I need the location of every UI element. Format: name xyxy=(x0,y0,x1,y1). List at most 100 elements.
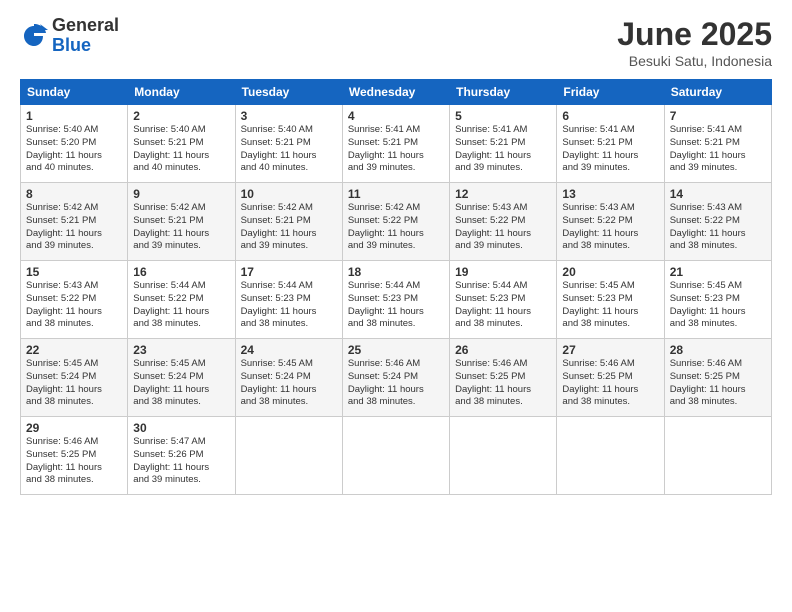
main-title: June 2025 xyxy=(617,16,772,53)
day-info: Sunrise: 5:41 AMSunset: 5:21 PMDaylight:… xyxy=(562,124,658,175)
table-row: 20Sunrise: 5:45 AMSunset: 5:23 PMDayligh… xyxy=(557,261,664,339)
table-row xyxy=(557,417,664,495)
week-row-5: 29Sunrise: 5:46 AMSunset: 5:25 PMDayligh… xyxy=(21,417,772,495)
table-row: 22Sunrise: 5:45 AMSunset: 5:24 PMDayligh… xyxy=(21,339,128,417)
day-info: Sunrise: 5:43 AMSunset: 5:22 PMDaylight:… xyxy=(670,202,766,253)
day-number: 3 xyxy=(241,109,337,123)
day-info: Sunrise: 5:42 AMSunset: 5:22 PMDaylight:… xyxy=(348,202,444,253)
table-row: 4Sunrise: 5:41 AMSunset: 5:21 PMDaylight… xyxy=(342,105,449,183)
day-number: 1 xyxy=(26,109,122,123)
col-wednesday: Wednesday xyxy=(342,80,449,105)
logo: General Blue xyxy=(20,16,119,56)
day-info: Sunrise: 5:43 AMSunset: 5:22 PMDaylight:… xyxy=(455,202,551,253)
table-row: 25Sunrise: 5:46 AMSunset: 5:24 PMDayligh… xyxy=(342,339,449,417)
day-info: Sunrise: 5:44 AMSunset: 5:23 PMDaylight:… xyxy=(241,280,337,331)
day-info: Sunrise: 5:40 AMSunset: 5:21 PMDaylight:… xyxy=(133,124,229,175)
logo-icon xyxy=(20,22,48,50)
day-number: 21 xyxy=(670,265,766,279)
day-info: Sunrise: 5:44 AMSunset: 5:23 PMDaylight:… xyxy=(348,280,444,331)
day-info: Sunrise: 5:46 AMSunset: 5:25 PMDaylight:… xyxy=(562,358,658,409)
table-row xyxy=(664,417,771,495)
day-number: 20 xyxy=(562,265,658,279)
day-info: Sunrise: 5:41 AMSunset: 5:21 PMDaylight:… xyxy=(348,124,444,175)
day-info: Sunrise: 5:43 AMSunset: 5:22 PMDaylight:… xyxy=(562,202,658,253)
day-info: Sunrise: 5:47 AMSunset: 5:26 PMDaylight:… xyxy=(133,436,229,487)
title-block: June 2025 Besuki Satu, Indonesia xyxy=(617,16,772,69)
table-row: 8Sunrise: 5:42 AMSunset: 5:21 PMDaylight… xyxy=(21,183,128,261)
day-number: 9 xyxy=(133,187,229,201)
table-row: 16Sunrise: 5:44 AMSunset: 5:22 PMDayligh… xyxy=(128,261,235,339)
subtitle: Besuki Satu, Indonesia xyxy=(617,53,772,69)
table-row: 26Sunrise: 5:46 AMSunset: 5:25 PMDayligh… xyxy=(450,339,557,417)
table-row: 13Sunrise: 5:43 AMSunset: 5:22 PMDayligh… xyxy=(557,183,664,261)
day-number: 24 xyxy=(241,343,337,357)
logo-general: General xyxy=(52,16,119,36)
day-number: 13 xyxy=(562,187,658,201)
table-row: 19Sunrise: 5:44 AMSunset: 5:23 PMDayligh… xyxy=(450,261,557,339)
day-number: 17 xyxy=(241,265,337,279)
day-number: 22 xyxy=(26,343,122,357)
table-row: 1Sunrise: 5:40 AMSunset: 5:20 PMDaylight… xyxy=(21,105,128,183)
week-row-3: 15Sunrise: 5:43 AMSunset: 5:22 PMDayligh… xyxy=(21,261,772,339)
table-row: 12Sunrise: 5:43 AMSunset: 5:22 PMDayligh… xyxy=(450,183,557,261)
day-number: 8 xyxy=(26,187,122,201)
table-row: 10Sunrise: 5:42 AMSunset: 5:21 PMDayligh… xyxy=(235,183,342,261)
table-row: 28Sunrise: 5:46 AMSunset: 5:25 PMDayligh… xyxy=(664,339,771,417)
day-number: 26 xyxy=(455,343,551,357)
day-number: 19 xyxy=(455,265,551,279)
calendar: Sunday Monday Tuesday Wednesday Thursday… xyxy=(20,79,772,495)
day-number: 5 xyxy=(455,109,551,123)
table-row: 3Sunrise: 5:40 AMSunset: 5:21 PMDaylight… xyxy=(235,105,342,183)
table-row: 23Sunrise: 5:45 AMSunset: 5:24 PMDayligh… xyxy=(128,339,235,417)
header: General Blue June 2025 Besuki Satu, Indo… xyxy=(20,16,772,69)
col-saturday: Saturday xyxy=(664,80,771,105)
day-number: 23 xyxy=(133,343,229,357)
day-info: Sunrise: 5:42 AMSunset: 5:21 PMDaylight:… xyxy=(133,202,229,253)
calendar-header-row: Sunday Monday Tuesday Wednesday Thursday… xyxy=(21,80,772,105)
day-info: Sunrise: 5:41 AMSunset: 5:21 PMDaylight:… xyxy=(670,124,766,175)
day-number: 14 xyxy=(670,187,766,201)
day-info: Sunrise: 5:42 AMSunset: 5:21 PMDaylight:… xyxy=(241,202,337,253)
table-row: 2Sunrise: 5:40 AMSunset: 5:21 PMDaylight… xyxy=(128,105,235,183)
table-row: 27Sunrise: 5:46 AMSunset: 5:25 PMDayligh… xyxy=(557,339,664,417)
day-info: Sunrise: 5:41 AMSunset: 5:21 PMDaylight:… xyxy=(455,124,551,175)
table-row xyxy=(235,417,342,495)
table-row: 11Sunrise: 5:42 AMSunset: 5:22 PMDayligh… xyxy=(342,183,449,261)
table-row: 15Sunrise: 5:43 AMSunset: 5:22 PMDayligh… xyxy=(21,261,128,339)
day-info: Sunrise: 5:44 AMSunset: 5:22 PMDaylight:… xyxy=(133,280,229,331)
week-row-1: 1Sunrise: 5:40 AMSunset: 5:20 PMDaylight… xyxy=(21,105,772,183)
day-number: 10 xyxy=(241,187,337,201)
col-thursday: Thursday xyxy=(450,80,557,105)
day-number: 25 xyxy=(348,343,444,357)
day-info: Sunrise: 5:43 AMSunset: 5:22 PMDaylight:… xyxy=(26,280,122,331)
week-row-2: 8Sunrise: 5:42 AMSunset: 5:21 PMDaylight… xyxy=(21,183,772,261)
day-info: Sunrise: 5:45 AMSunset: 5:24 PMDaylight:… xyxy=(26,358,122,409)
table-row: 30Sunrise: 5:47 AMSunset: 5:26 PMDayligh… xyxy=(128,417,235,495)
page: General Blue June 2025 Besuki Satu, Indo… xyxy=(0,0,792,612)
day-number: 7 xyxy=(670,109,766,123)
col-friday: Friday xyxy=(557,80,664,105)
day-number: 4 xyxy=(348,109,444,123)
col-sunday: Sunday xyxy=(21,80,128,105)
day-info: Sunrise: 5:45 AMSunset: 5:24 PMDaylight:… xyxy=(133,358,229,409)
table-row: 21Sunrise: 5:45 AMSunset: 5:23 PMDayligh… xyxy=(664,261,771,339)
table-row: 6Sunrise: 5:41 AMSunset: 5:21 PMDaylight… xyxy=(557,105,664,183)
day-info: Sunrise: 5:42 AMSunset: 5:21 PMDaylight:… xyxy=(26,202,122,253)
day-info: Sunrise: 5:45 AMSunset: 5:24 PMDaylight:… xyxy=(241,358,337,409)
col-tuesday: Tuesday xyxy=(235,80,342,105)
table-row: 5Sunrise: 5:41 AMSunset: 5:21 PMDaylight… xyxy=(450,105,557,183)
day-number: 16 xyxy=(133,265,229,279)
table-row: 24Sunrise: 5:45 AMSunset: 5:24 PMDayligh… xyxy=(235,339,342,417)
day-info: Sunrise: 5:46 AMSunset: 5:25 PMDaylight:… xyxy=(670,358,766,409)
day-number: 12 xyxy=(455,187,551,201)
logo-blue: Blue xyxy=(52,36,119,56)
table-row xyxy=(342,417,449,495)
day-info: Sunrise: 5:46 AMSunset: 5:24 PMDaylight:… xyxy=(348,358,444,409)
logo-text: General Blue xyxy=(52,16,119,56)
table-row: 17Sunrise: 5:44 AMSunset: 5:23 PMDayligh… xyxy=(235,261,342,339)
day-info: Sunrise: 5:45 AMSunset: 5:23 PMDaylight:… xyxy=(670,280,766,331)
table-row: 9Sunrise: 5:42 AMSunset: 5:21 PMDaylight… xyxy=(128,183,235,261)
day-number: 15 xyxy=(26,265,122,279)
day-info: Sunrise: 5:46 AMSunset: 5:25 PMDaylight:… xyxy=(455,358,551,409)
week-row-4: 22Sunrise: 5:45 AMSunset: 5:24 PMDayligh… xyxy=(21,339,772,417)
